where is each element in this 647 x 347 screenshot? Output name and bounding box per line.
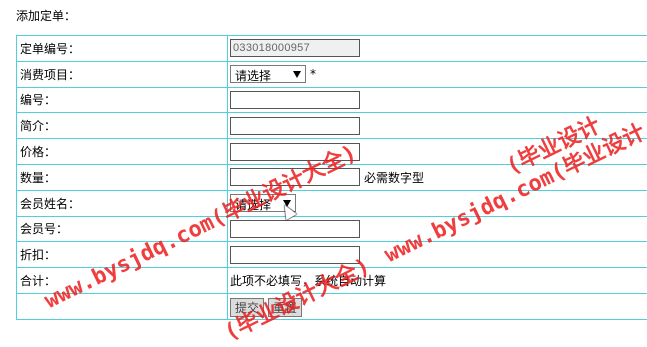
reset-button[interactable]: 重置 <box>268 298 302 317</box>
row-member-no: 会员号： <box>17 216 647 242</box>
member-name-label: 会员姓名： <box>17 190 228 216</box>
intro-label: 简介： <box>17 113 228 139</box>
price-label: 价格： <box>17 139 228 165</box>
required-mark: * <box>310 67 316 81</box>
member-no-label: 会员号： <box>17 216 228 242</box>
row-qty: 数量： 必需数字型 <box>17 164 647 190</box>
row-member-name: 会员姓名： 请选择 <box>17 190 647 216</box>
discount-input[interactable] <box>230 246 360 264</box>
item-label: 消费项目： <box>17 61 228 87</box>
row-item: 消费项目： 请选择 * <box>17 61 647 87</box>
item-select-value: 请选择 <box>235 67 271 84</box>
row-discount: 折扣： <box>17 242 647 268</box>
row-code: 编号： <box>17 87 647 113</box>
qty-label: 数量： <box>17 164 228 190</box>
row-total: 合计： 此项不必填写，系统自动计算 <box>17 268 647 294</box>
qty-hint: 必需数字型 <box>364 171 424 185</box>
item-select[interactable]: 请选择 <box>230 65 306 83</box>
intro-input[interactable] <box>230 117 360 135</box>
qty-input[interactable] <box>230 168 360 186</box>
code-label: 编号： <box>17 87 228 113</box>
row-buttons: 提交 重置 <box>17 293 647 319</box>
discount-label: 折扣： <box>17 242 228 268</box>
total-label: 合计： <box>17 268 228 294</box>
price-input[interactable] <box>230 143 360 161</box>
page-title: 添加定单： <box>16 7 76 24</box>
order-form: 定单编号： 消费项目： 请选择 * 编号： 简介： 价格： 数量： <box>16 35 647 320</box>
code-input[interactable] <box>230 91 360 109</box>
dropdown-arrow-icon <box>293 71 301 78</box>
member-no-input[interactable] <box>230 220 360 238</box>
total-hint: 此项不必填写，系统自动计算 <box>228 268 647 294</box>
row-intro: 简介： <box>17 113 647 139</box>
order-no-label: 定单编号： <box>17 36 228 62</box>
row-order-no: 定单编号： <box>17 36 647 62</box>
member-select-value: 请选择 <box>235 196 271 213</box>
order-no-input[interactable] <box>230 39 360 57</box>
submit-button[interactable]: 提交 <box>230 298 264 317</box>
row-price: 价格： <box>17 139 647 165</box>
